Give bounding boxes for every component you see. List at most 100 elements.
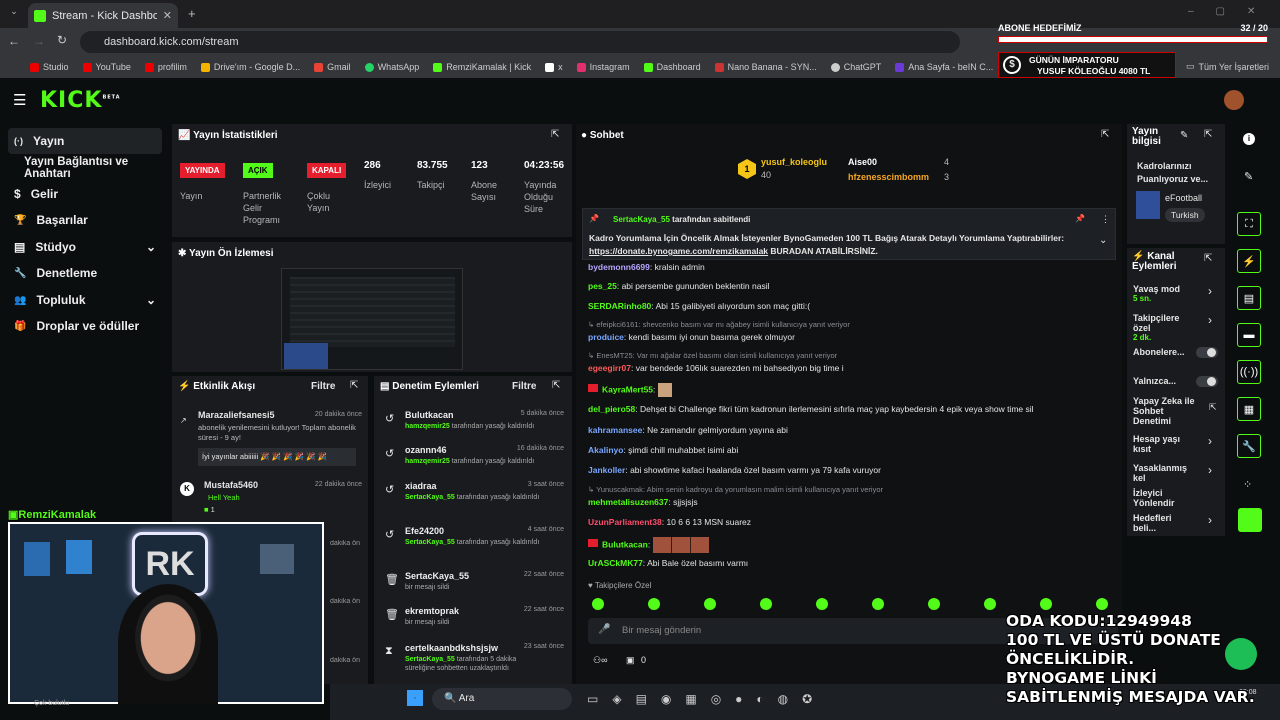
taskbar-search[interactable]: 🔍 Ara [432, 688, 572, 710]
all-bookmarks[interactable]: ▭ Tüm Yer İşaretleri [1186, 61, 1269, 72]
screen-capture-icon[interactable]: ⛶ [1237, 212, 1261, 236]
chevron-right-icon[interactable]: › [1208, 284, 1212, 298]
chevron-right-icon[interactable]: › [1208, 434, 1212, 448]
bookmark-chatgpt[interactable]: ChatGPT [830, 62, 881, 72]
sidebar-item-yayin[interactable]: (·) Yayın [8, 128, 162, 154]
reload-icon[interactable]: ↻ [57, 33, 67, 47]
bookmark-youtube[interactable]: YouTube [82, 62, 131, 72]
emote-button[interactable] [760, 598, 772, 610]
more-icon[interactable]: ⋮ [1101, 214, 1110, 225]
moderation-user[interactable]: ekremtoprak [405, 606, 459, 616]
unpin-icon[interactable]: 📌 [1075, 214, 1085, 223]
chevron-down-icon[interactable]: ⌄ [1099, 235, 1107, 246]
sidebar-item-basarilar[interactable]: 🏆 Başarılar [8, 207, 162, 233]
expand-icon[interactable]: ⇱ [1204, 129, 1212, 140]
leader-name[interactable]: hfzenesscimbomm [848, 172, 929, 182]
bookmark-bein[interactable]: Ana Sayfa - beIN C... [895, 62, 993, 72]
chat-username[interactable]: del_piero58 [588, 404, 635, 414]
wrench-icon[interactable]: 🔧 [1237, 434, 1261, 458]
lightning-icon[interactable]: ⚡ [1237, 249, 1261, 273]
emote-button[interactable] [816, 598, 828, 610]
chat-username[interactable]: egeegirr07 [588, 363, 631, 373]
bookmark-nano-banana[interactable]: Nano Banana - SYN... [714, 62, 817, 72]
bookmark-x[interactable]: x [545, 62, 563, 72]
expand-icon[interactable]: ⇱ [1204, 253, 1212, 264]
chat-username[interactable]: UrASCkMK77 [588, 558, 643, 568]
expand-icon[interactable]: ⇱ [350, 380, 358, 391]
sidebar-item-droplar[interactable]: 🎁 Droplar ve ödüller [8, 313, 162, 339]
channel-action-item[interactable]: Yalnızca... [1133, 376, 1195, 386]
chat-username[interactable]: Jankoller [588, 465, 625, 475]
category-thumbnail[interactable] [1136, 191, 1160, 219]
bookmark-studio[interactable]: Studio [30, 62, 69, 72]
info-icon[interactable]: i [1243, 133, 1255, 145]
sidebar-item-denetleme[interactable]: 🔧 Denetleme [8, 260, 162, 286]
leader-name[interactable]: Aise00 [848, 157, 877, 167]
moderation-filter-button[interactable]: Filtre [512, 381, 536, 392]
emote-button[interactable] [648, 598, 660, 610]
channel-action-item[interactable]: Yasaklanmış kel [1133, 463, 1195, 483]
sidebar-item-studyo[interactable]: ▤ Stüdyo ⌄ [8, 234, 162, 260]
users-icon[interactable]: ⚇∞ [593, 655, 607, 665]
emote-button[interactable] [592, 598, 604, 610]
clipboard-icon[interactable]: ▤ [1237, 286, 1261, 310]
back-icon[interactable]: ← [8, 34, 20, 48]
chat-username[interactable]: bydemonn6699 [588, 262, 650, 272]
sidebar-item-stream-key[interactable]: Yayın Bağlantısı ve Anahtarı [18, 155, 172, 181]
sidebar-item-gelir[interactable]: $ Gelir [8, 181, 162, 207]
tab-search-icon[interactable]: ⌄ [6, 6, 22, 22]
moderation-user[interactable]: Efe24200 [405, 526, 444, 536]
chat-username[interactable]: UzunParliament38 [588, 517, 662, 527]
browser-tab[interactable]: Stream - Kick Dashboard ✕ [28, 3, 178, 28]
taskbar-apps[interactable]: ▭◈▤◉▦◎●◐◍✪ [587, 692, 826, 706]
moderation-user[interactable]: certelkaanbdkshsjsjw [405, 643, 498, 653]
channel-action-item[interactable]: İzleyici Yönlendir [1133, 488, 1195, 508]
moderation-user[interactable]: Bulutkacan [405, 410, 454, 420]
emote-button[interactable] [1040, 598, 1052, 610]
kick-logo[interactable]: KICKBETA [40, 88, 121, 113]
moderation-user[interactable]: xiadraa [405, 481, 437, 491]
chevron-right-icon[interactable]: › [1208, 463, 1212, 477]
chat-username[interactable]: mehmetalisuzen637 [588, 497, 668, 507]
sidebar-item-topluluk[interactable]: 👥 Topluluk ⌄ [8, 287, 162, 313]
pencil-icon[interactable]: ✎ [1244, 170, 1253, 183]
channel-action-item[interactable]: Yapay Zeka ile Sohbet Denetimi [1133, 396, 1195, 426]
bookmark-profilim[interactable]: profilim [144, 62, 187, 72]
app-icon[interactable] [1238, 508, 1262, 532]
edit-icon[interactable]: ✎ [1180, 130, 1188, 141]
bookmark-instagram[interactable]: Instagram [576, 62, 630, 72]
bookmark-drive[interactable]: Drive'ım - Google D... [200, 62, 300, 72]
channel-action-item[interactable]: Yavaş mod 5 sn. [1133, 284, 1195, 304]
channel-action-item[interactable]: Abonelere... [1133, 347, 1195, 357]
expand-icon[interactable]: ⇱ [551, 129, 559, 140]
bookmark-kick[interactable]: RemziKamalak | Kick [433, 62, 531, 72]
moderation-user[interactable]: SertacKaya_55 [405, 571, 469, 581]
window-controls[interactable]: –▢✕ [1188, 6, 1277, 17]
broadcast-icon[interactable]: ((·)) [1237, 360, 1261, 384]
chat-username[interactable]: Bulutkacan [602, 539, 648, 549]
chevron-right-icon[interactable]: › [1208, 313, 1212, 327]
chat-username[interactable]: pes_25 [588, 281, 617, 291]
pinned-message[interactable]: 📌 SertacKaya_55 tarafından sabitlendi 📌 … [582, 208, 1116, 260]
channel-action-item[interactable]: Hedefleri beli... [1133, 513, 1195, 533]
channel-action-item[interactable]: Hesap yaşı kısıt [1133, 434, 1195, 454]
avatar[interactable] [1224, 90, 1244, 110]
emote-button[interactable] [984, 598, 996, 610]
chevron-right-icon[interactable]: › [1208, 513, 1212, 527]
bookmark-whatsapp[interactable]: WhatsApp [364, 62, 419, 72]
new-tab-button[interactable]: + [188, 6, 196, 21]
bookmark-dashboard[interactable]: Dashboard [643, 62, 701, 72]
preview-video[interactable] [281, 268, 463, 370]
chat-username[interactable]: kahramansee [588, 425, 642, 435]
emote-button[interactable] [928, 598, 940, 610]
nodes-icon[interactable]: ⁘ [1243, 478, 1252, 491]
toggle-switch[interactable] [1196, 376, 1218, 387]
emote-button[interactable] [872, 598, 884, 610]
chat-username[interactable]: SERDARinho80 [588, 301, 651, 311]
chat-bubble-icon[interactable]: ▬ [1237, 323, 1261, 347]
channel-action-item[interactable]: Takipçilere özel 2 dk. [1133, 313, 1195, 343]
menu-icon[interactable]: ☰ [13, 91, 26, 109]
chat-username[interactable]: KayraMert55 [602, 384, 653, 394]
windows-start-icon[interactable] [407, 690, 423, 706]
category-name[interactable]: eFootball [1165, 193, 1202, 203]
